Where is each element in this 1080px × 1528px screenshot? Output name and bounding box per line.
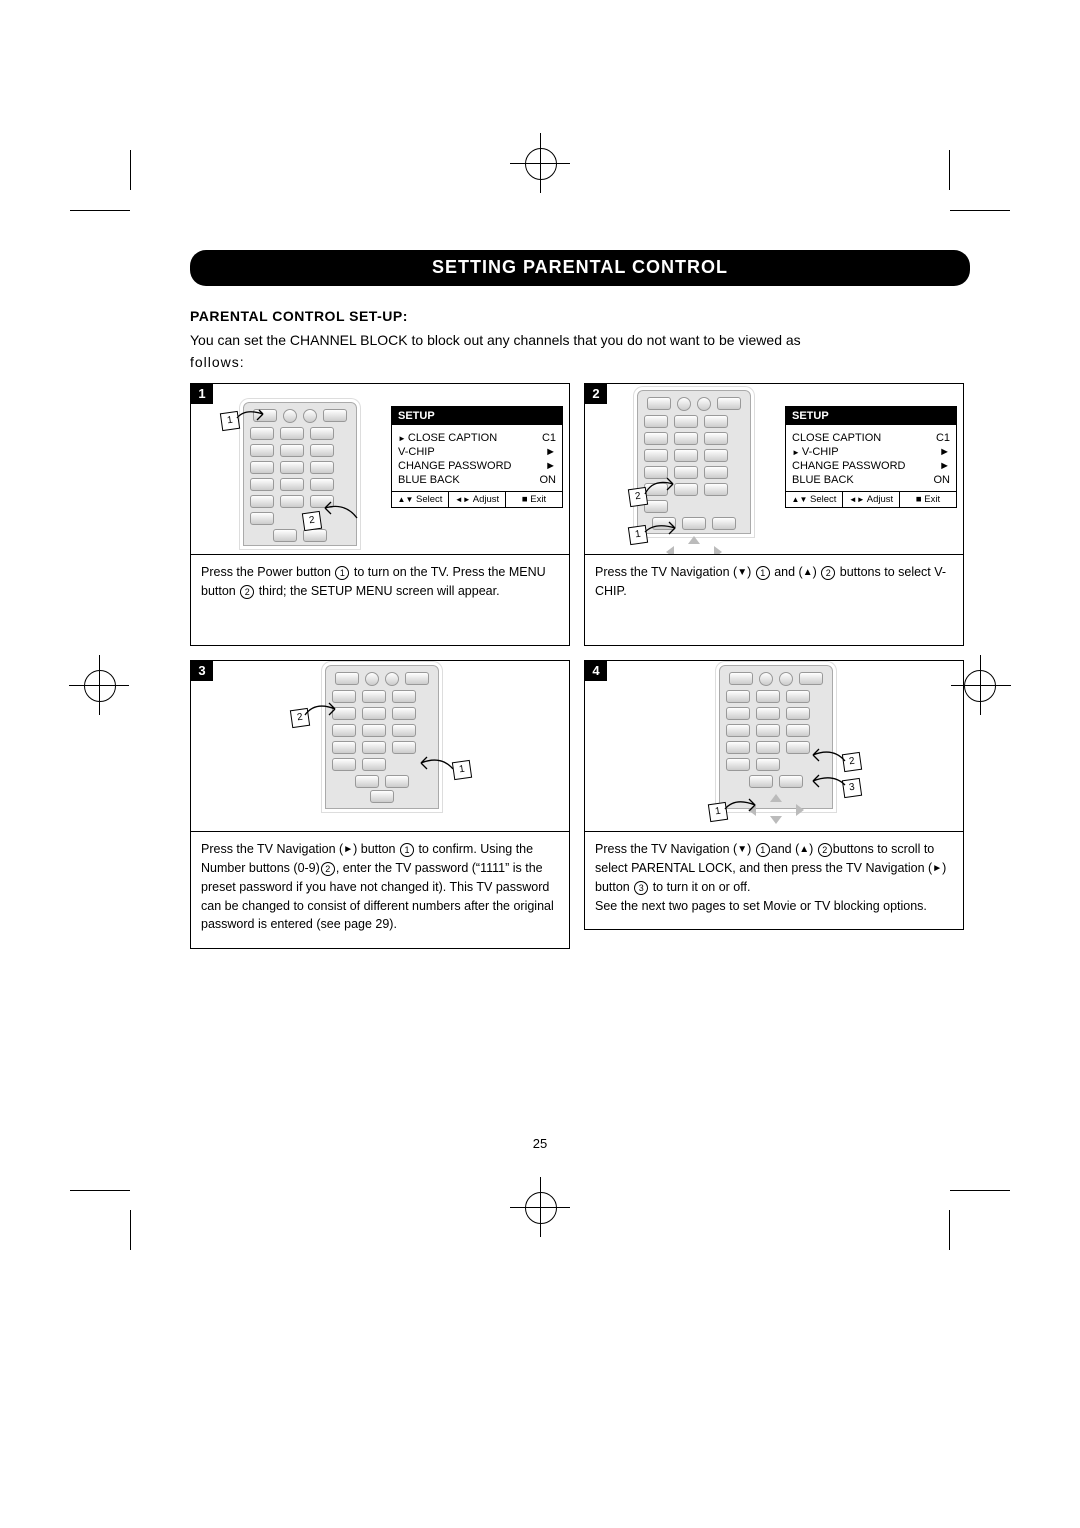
pointer-arrow-icon	[303, 699, 345, 719]
step-4: 4 2 3 1	[584, 660, 964, 949]
remote-illustration	[325, 665, 439, 809]
step-4-figure: 4 2 3 1	[584, 660, 964, 832]
osd-footer-adjust: Adjust	[473, 494, 499, 505]
osd-footer-exit: Exit	[530, 494, 546, 505]
step-1-caption: Press the Power button 1 to turn on the …	[190, 555, 570, 646]
intro-line-2: follows:	[190, 354, 245, 370]
step-4-caption: Press the TV Navigation (▼) 1and (▲) 2bu…	[584, 832, 964, 930]
osd-item-value: ►	[939, 446, 950, 458]
pointer-arrow-icon	[235, 408, 277, 428]
osd-item-label: BLUE BACK	[792, 474, 854, 486]
intro-line-1: You can set the CHANNEL BLOCK to block o…	[190, 332, 801, 348]
osd-item-value: ►	[545, 460, 556, 472]
steps-grid: 1 1 2 SETUP ►CLOSE CAPTI	[190, 383, 970, 949]
osd-item-label: BLUE BACK	[398, 474, 460, 486]
pointer-arrow-icon	[413, 753, 455, 773]
osd-item-label: V-CHIP	[398, 446, 435, 458]
page-title: SETTING PARENTAL CONTROL	[190, 250, 970, 286]
step-3: 3 2 1 Press the TV Navigation (►) button…	[190, 660, 570, 949]
pointer-arrow-icon	[643, 476, 685, 496]
osd-item-value: ►	[545, 446, 556, 458]
step-3-caption: Press the TV Navigation (►) button 1 to …	[190, 832, 570, 949]
osd-item-label: V-CHIP	[802, 446, 839, 458]
intro-text: You can set the CHANNEL BLOCK to block o…	[190, 330, 970, 373]
osd-title: SETUP	[786, 407, 956, 425]
osd-item-value: C1	[542, 432, 556, 444]
osd-title: SETUP	[392, 407, 562, 425]
step-1-number: 1	[191, 384, 213, 404]
pointer-arrow-icon	[643, 518, 685, 538]
osd-footer-select: Select	[416, 494, 442, 505]
step-2-caption: Press the TV Navigation (▼) 1 and (▲) 2 …	[584, 555, 964, 646]
pointer-arrow-icon	[805, 745, 847, 765]
osd-setup-menu: SETUP CLOSE CAPTION C1 ► V-CHIP ► CHANGE PA…	[785, 406, 957, 508]
osd-item-label: CHANGE PASSWORD	[792, 460, 905, 472]
step-2-figure: 2 2 1 SETUP CLOSE CAPT	[584, 383, 964, 555]
osd-item-value: C1	[936, 432, 950, 444]
step-1: 1 1 2 SETUP ►CLOSE CAPTI	[190, 383, 570, 646]
osd-item-label: CHANGE PASSWORD	[398, 460, 511, 472]
section-heading: PARENTAL CONTROL SET-UP:	[190, 308, 970, 324]
step-3-figure: 3 2 1	[190, 660, 570, 832]
pointer-arrow-icon	[317, 500, 359, 520]
osd-setup-menu: SETUP ► CLOSE CAPTION C1 V-CHIP ► CHANGE PA…	[391, 406, 563, 508]
step-1-figure: 1 1 2 SETUP ►CLOSE CAPTI	[190, 383, 570, 555]
osd-item-value: ►	[939, 460, 950, 472]
step-3-number: 3	[191, 661, 213, 681]
pointer-arrow-icon	[723, 795, 765, 815]
remote-illustration	[637, 390, 751, 534]
page-content: SETTING PARENTAL CONTROL PARENTAL CONTRO…	[190, 250, 970, 949]
pointer-arrow-icon	[805, 771, 847, 791]
step-2-number: 2	[585, 384, 607, 404]
osd-item-label: CLOSE CAPTION	[792, 432, 881, 444]
osd-item-value: ON	[540, 474, 557, 486]
step-2: 2 2 1 SETUP CLOSE CAPT	[584, 383, 964, 646]
osd-item-value: ON	[934, 474, 951, 486]
page-number: 25	[533, 1136, 547, 1151]
step-4-number: 4	[585, 661, 607, 681]
osd-item-label: CLOSE CAPTION	[408, 432, 497, 444]
